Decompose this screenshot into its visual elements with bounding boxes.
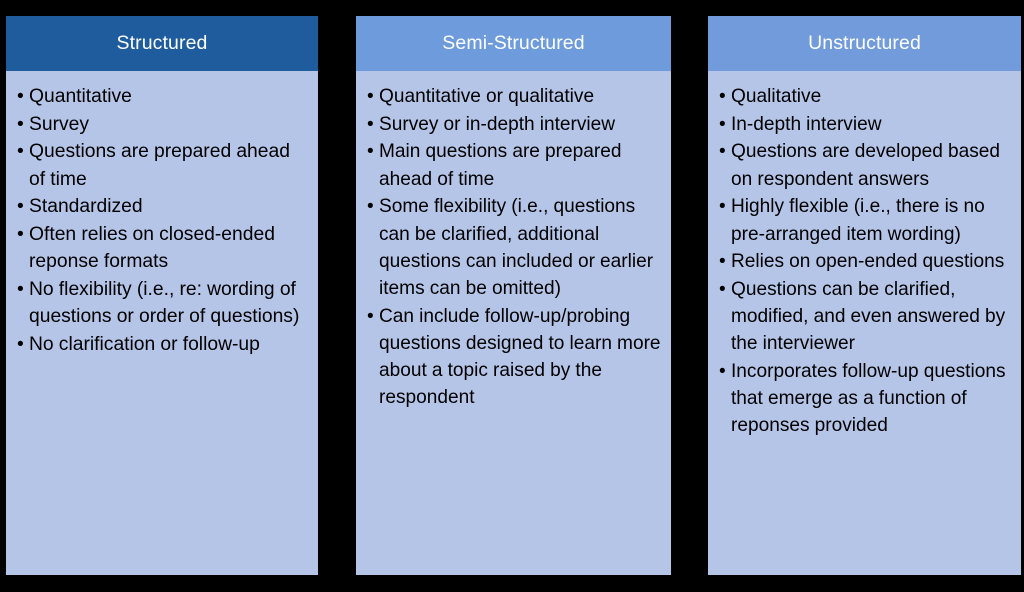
list-item: Standardized bbox=[17, 193, 308, 220]
column-body-structured: Quantitative Survey Questions are prepar… bbox=[6, 71, 318, 575]
list-item: Qualitative bbox=[719, 83, 1011, 110]
list-item: Often relies on closed-ended reponse for… bbox=[17, 221, 308, 275]
comparison-diagram: Structured Quantitative Survey Questions… bbox=[0, 0, 1024, 592]
column-body-semi-structured: Quantitative or qualitative Survey or in… bbox=[356, 71, 671, 575]
column-semi-structured: Semi-Structured Quantitative or qualitat… bbox=[356, 16, 671, 575]
column-header-semi-structured: Semi-Structured bbox=[356, 16, 671, 71]
column-structured: Structured Quantitative Survey Questions… bbox=[6, 16, 318, 575]
list-item: Quantitative or qualitative bbox=[367, 83, 661, 110]
list-item: Questions are prepared ahead of time bbox=[17, 138, 308, 192]
list-item: Relies on open-ended questions bbox=[719, 248, 1011, 275]
list-item: Highly flexible (i.e., there is no pre-a… bbox=[719, 193, 1011, 247]
list-item: No clarification or follow-up bbox=[17, 331, 308, 358]
list-item: No flexibility (i.e., re: wording of que… bbox=[17, 276, 308, 330]
list-item: Survey bbox=[17, 111, 308, 138]
column-body-unstructured: Qualitative In-depth interview Questions… bbox=[708, 71, 1021, 575]
bullet-list-semi-structured: Quantitative or qualitative Survey or in… bbox=[367, 83, 661, 411]
list-item: Incorporates follow-up questions that em… bbox=[719, 358, 1011, 440]
column-header-structured: Structured bbox=[6, 16, 318, 71]
column-unstructured: Unstructured Qualitative In-depth interv… bbox=[708, 16, 1021, 575]
column-header-unstructured: Unstructured bbox=[708, 16, 1021, 71]
list-item: Questions are developed based on respond… bbox=[719, 138, 1011, 192]
list-item: Questions can be clarified, modified, an… bbox=[719, 276, 1011, 358]
list-item: Main questions are prepared ahead of tim… bbox=[367, 138, 661, 192]
list-item: Can include follow-up/probing questions … bbox=[367, 303, 661, 412]
bullet-list-unstructured: Qualitative In-depth interview Questions… bbox=[719, 83, 1011, 440]
bullet-list-structured: Quantitative Survey Questions are prepar… bbox=[17, 83, 308, 358]
list-item: In-depth interview bbox=[719, 111, 1011, 138]
list-item: Survey or in-depth interview bbox=[367, 111, 661, 138]
list-item: Quantitative bbox=[17, 83, 308, 110]
list-item: Some flexibility (i.e., questions can be… bbox=[367, 193, 661, 302]
